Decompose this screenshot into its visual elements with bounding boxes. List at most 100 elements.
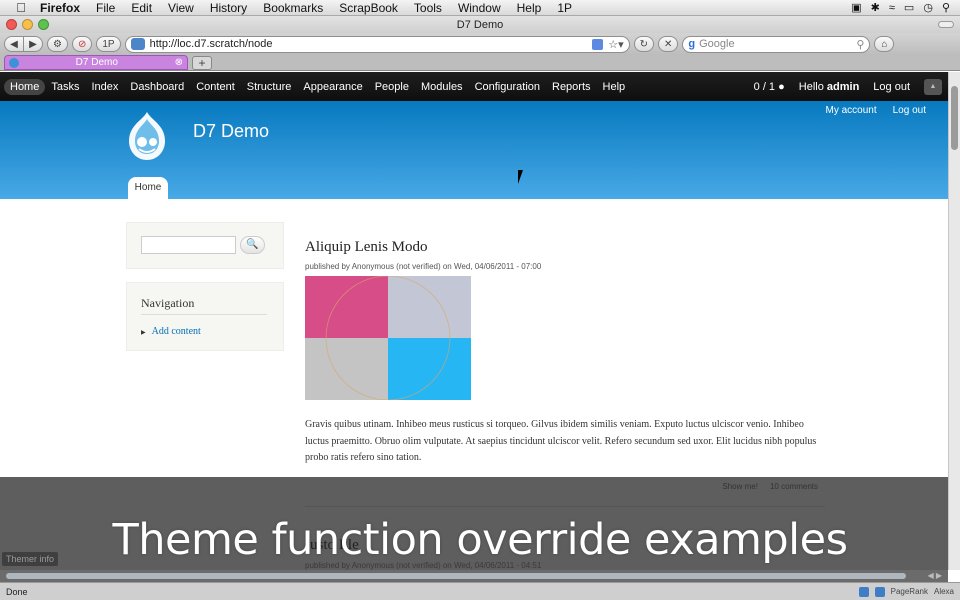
comments-link[interactable]: 10 comments — [770, 482, 818, 491]
stop-load-button[interactable]: ✕ — [657, 36, 679, 52]
search-input[interactable] — [141, 236, 236, 254]
toolbar-tasks[interactable]: Tasks — [45, 79, 85, 95]
toolbar-home[interactable]: Home — [4, 78, 46, 95]
search-submit-button[interactable]: 🔍 — [240, 236, 265, 254]
users-icon: ● — [778, 80, 785, 93]
clock-icon[interactable]: ◷ — [923, 1, 933, 14]
site-name[interactable]: D7 Demo — [193, 121, 269, 142]
home-icon: ⌂ — [881, 38, 888, 50]
rss-feed-icon[interactable] — [592, 38, 604, 50]
search-bar[interactable]: g Google ⚲ — [682, 35, 871, 53]
menu-file[interactable]: File — [88, 1, 123, 15]
site-identity-icon[interactable] — [130, 38, 145, 50]
onepassword-button[interactable]: 1P — [96, 36, 121, 52]
forward-button[interactable]: ▶ — [23, 36, 43, 52]
drawer-toggle-icon[interactable]: ▲ — [924, 78, 942, 95]
status-bar: Done PageRank Alexa — [0, 582, 960, 600]
pagerank-label[interactable]: PageRank — [891, 587, 928, 596]
search-placeholder[interactable]: Google — [699, 38, 852, 50]
home-button[interactable]: ⌂ — [874, 36, 895, 52]
horizontal-scroll-thumb[interactable] — [6, 573, 906, 579]
mac-menu-bar:  Firefox File Edit View History Bookmar… — [0, 0, 960, 16]
toolbar-reports[interactable]: Reports — [546, 79, 597, 95]
header-logout-link[interactable]: Log out — [893, 105, 926, 116]
horizontal-scrollbar[interactable]: ◀ ▶ — [0, 570, 948, 582]
article-submitted: published by Anonymous (not verified) on… — [305, 262, 542, 271]
scroll-arrows-icon[interactable]: ◀ ▶ — [927, 570, 942, 582]
my-account-link[interactable]: My account — [825, 105, 876, 116]
menu-view[interactable]: View — [160, 1, 202, 15]
toolbar-configuration[interactable]: Configuration — [469, 79, 546, 95]
minimize-window-icon[interactable] — [22, 19, 33, 30]
bookmark-star-icon[interactable]: ☆▾ — [608, 38, 623, 51]
close-tab-icon[interactable]: ⊗ — [175, 57, 183, 68]
menu-help[interactable]: Help — [509, 1, 550, 15]
stop-icon: ⊘ — [77, 38, 87, 50]
article-title[interactable]: Aliquip Lenis Modo — [305, 239, 428, 256]
toolbar-structure[interactable]: Structure — [241, 79, 298, 95]
user-counter[interactable]: 0 / 1 ● — [754, 81, 785, 93]
vertical-scrollbar[interactable] — [948, 72, 960, 570]
search-icon[interactable]: ⚲ — [856, 38, 864, 51]
gear-button[interactable]: ⚙ — [47, 36, 68, 52]
toolbar-appearance[interactable]: Appearance — [297, 79, 368, 95]
close-window-icon[interactable] — [6, 19, 17, 30]
spotlight-icon[interactable]: ⚲ — [942, 1, 950, 14]
battery-icon[interactable]: ▭ — [904, 1, 914, 14]
primary-tab-home[interactable]: Home — [128, 177, 168, 199]
article-body: Gravis quibus utinam. Inhibeo meus rusti… — [305, 419, 817, 463]
stop-button[interactable]: ⊘ — [71, 36, 93, 52]
tab-d7-demo[interactable]: D7 Demo ⊗ — [4, 55, 188, 70]
toolbar-content[interactable]: Content — [190, 79, 241, 95]
google-icon[interactable]: g — [688, 38, 695, 50]
toolbar-help[interactable]: Help — [597, 79, 632, 95]
article-links: Show me! 10 comments — [722, 482, 818, 491]
menu-firefox[interactable]: Firefox — [32, 1, 88, 15]
url-bar[interactable]: http://loc.d7.scratch/node ☆▾ — [124, 35, 630, 53]
reload-icon: ↻ — [639, 38, 648, 50]
user-counter-text: 0 / 1 — [753, 80, 776, 93]
article-image — [305, 276, 471, 400]
camera-icon[interactable]: ▣ — [851, 1, 861, 14]
menu-bookmarks[interactable]: Bookmarks — [255, 1, 331, 15]
video-caption: Theme function override examples — [112, 515, 848, 565]
window-title-bar: D7 Demo — [0, 16, 960, 33]
toolbar-people[interactable]: People — [369, 79, 415, 95]
toolbar-index[interactable]: Index — [85, 79, 124, 95]
menu-tools[interactable]: Tools — [406, 1, 450, 15]
toolbar-dashboard[interactable]: Dashboard — [124, 79, 190, 95]
show-me-link[interactable]: Show me! — [722, 482, 758, 491]
image-quadrant-bottom-left — [305, 338, 388, 400]
menu-scrapbook[interactable]: ScrapBook — [331, 1, 406, 15]
addon-icon-2[interactable] — [874, 586, 885, 597]
drupal-logo-icon[interactable] — [125, 111, 169, 161]
menu-history[interactable]: History — [202, 1, 255, 15]
wifi-icon[interactable]: ≈ — [889, 2, 895, 14]
block-divider — [141, 314, 267, 315]
url-text[interactable]: http://loc.d7.scratch/node — [150, 38, 588, 50]
menu-edit[interactable]: Edit — [123, 1, 160, 15]
add-content-link[interactable]: ▶ Add content — [141, 326, 201, 337]
menu-status-icons: ▣ ✱ ≈ ▭ ◷ ⚲ — [851, 1, 960, 15]
toolbar-logout-link[interactable]: Log out — [873, 81, 910, 93]
menu-window[interactable]: Window — [450, 1, 509, 15]
back-button[interactable]: ◀ — [4, 36, 24, 52]
toolbar-modules[interactable]: Modules — [415, 79, 469, 95]
toolbar-toggle-icon[interactable] — [938, 21, 954, 28]
window-controls — [6, 19, 49, 30]
cancel-icon: ✕ — [663, 38, 673, 50]
brightness-icon[interactable]: ✱ — [871, 1, 880, 14]
alexa-label[interactable]: Alexa — [934, 587, 954, 596]
main-content: 🔍 Navigation ▶ Add content Aliquip Lenis … — [0, 199, 948, 477]
reload-button[interactable]: ↻ — [633, 36, 654, 52]
forward-arrow-icon: ▶ — [29, 38, 37, 50]
username[interactable]: admin — [827, 81, 859, 93]
vertical-scroll-thumb[interactable] — [951, 86, 958, 150]
gear-icon: ⚙ — [53, 38, 62, 50]
apple-icon[interactable]:  — [10, 0, 32, 15]
navigation-block: Navigation ▶ Add content — [126, 282, 284, 351]
addon-icon-1[interactable] — [858, 586, 869, 597]
new-tab-button[interactable]: + — [192, 55, 212, 70]
zoom-window-icon[interactable] — [38, 19, 49, 30]
menu-1p[interactable]: 1P — [549, 1, 580, 15]
